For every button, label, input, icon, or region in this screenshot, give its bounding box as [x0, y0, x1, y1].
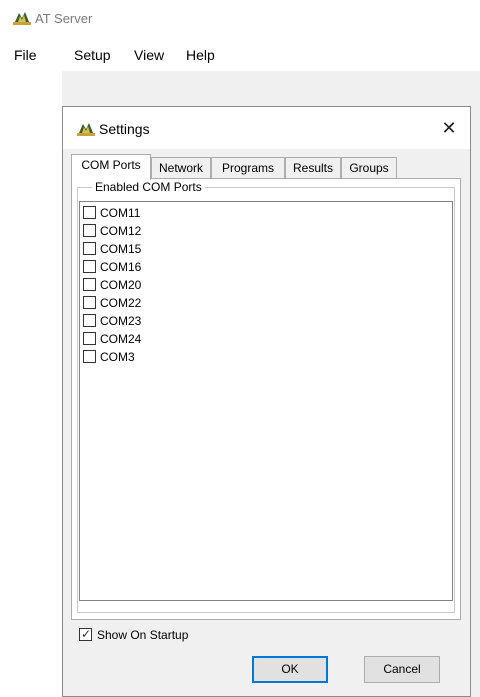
checkbox[interactable] [83, 332, 96, 345]
app-title: AT Server [35, 11, 93, 26]
tab-groups[interactable]: Groups [341, 157, 397, 178]
port-label: COM24 [100, 332, 142, 346]
port-label: COM11 [100, 206, 141, 220]
window-titlebar: AT Server [0, 0, 480, 38]
checkbox[interactable] [83, 260, 96, 273]
app-logo-icon [77, 123, 95, 136]
port-label: COM20 [100, 278, 142, 292]
tab-com-ports[interactable]: COM Ports [71, 154, 151, 180]
menu-file[interactable]: File [14, 46, 37, 64]
checkbox[interactable] [83, 206, 96, 219]
app-logo-icon [13, 12, 31, 25]
client-area-margin [0, 71, 62, 697]
menu-setup[interactable]: Setup [74, 46, 111, 64]
close-icon[interactable]: ✕ [438, 117, 460, 139]
checkbox[interactable] [83, 350, 96, 363]
settings-dialog: Settings ✕ COM Ports Network Programs Re… [62, 106, 471, 697]
menu-view[interactable]: View [134, 46, 164, 64]
dialog-titlebar[interactable]: Settings ✕ [63, 107, 470, 149]
dialog-title: Settings [99, 121, 150, 137]
checkbox[interactable] [83, 278, 96, 291]
tab-programs[interactable]: Programs [211, 157, 285, 178]
checkbox[interactable] [83, 224, 96, 237]
tab-panel-com-ports: Enabled COM Ports COM11 COM12 COM15 COM1… [71, 178, 461, 620]
checkmark-icon: ✓ [81, 627, 92, 641]
tab-results[interactable]: Results [285, 157, 341, 178]
menu-help[interactable]: Help [186, 46, 215, 64]
group-label: Enabled COM Ports [92, 180, 205, 195]
checkbox[interactable] [83, 314, 96, 327]
menu-bar [0, 38, 480, 70]
port-label: COM15 [100, 242, 142, 256]
com-ports-list[interactable]: COM11 COM12 COM15 COM16 COM20 COM22 COM2… [79, 201, 453, 601]
port-label: COM16 [100, 260, 142, 274]
port-label: COM22 [100, 296, 142, 310]
ok-button[interactable]: OK [252, 656, 328, 683]
port-label: COM23 [100, 314, 142, 328]
tab-network[interactable]: Network [151, 157, 211, 178]
show-on-startup-checkbox[interactable]: ✓ [79, 627, 92, 641]
checkbox[interactable] [83, 296, 96, 309]
show-on-startup-label: Show On Startup [97, 628, 189, 642]
cancel-button[interactable]: Cancel [364, 656, 440, 683]
port-label: COM3 [100, 350, 135, 364]
port-label: COM12 [100, 224, 142, 238]
checkbox[interactable] [83, 242, 96, 255]
